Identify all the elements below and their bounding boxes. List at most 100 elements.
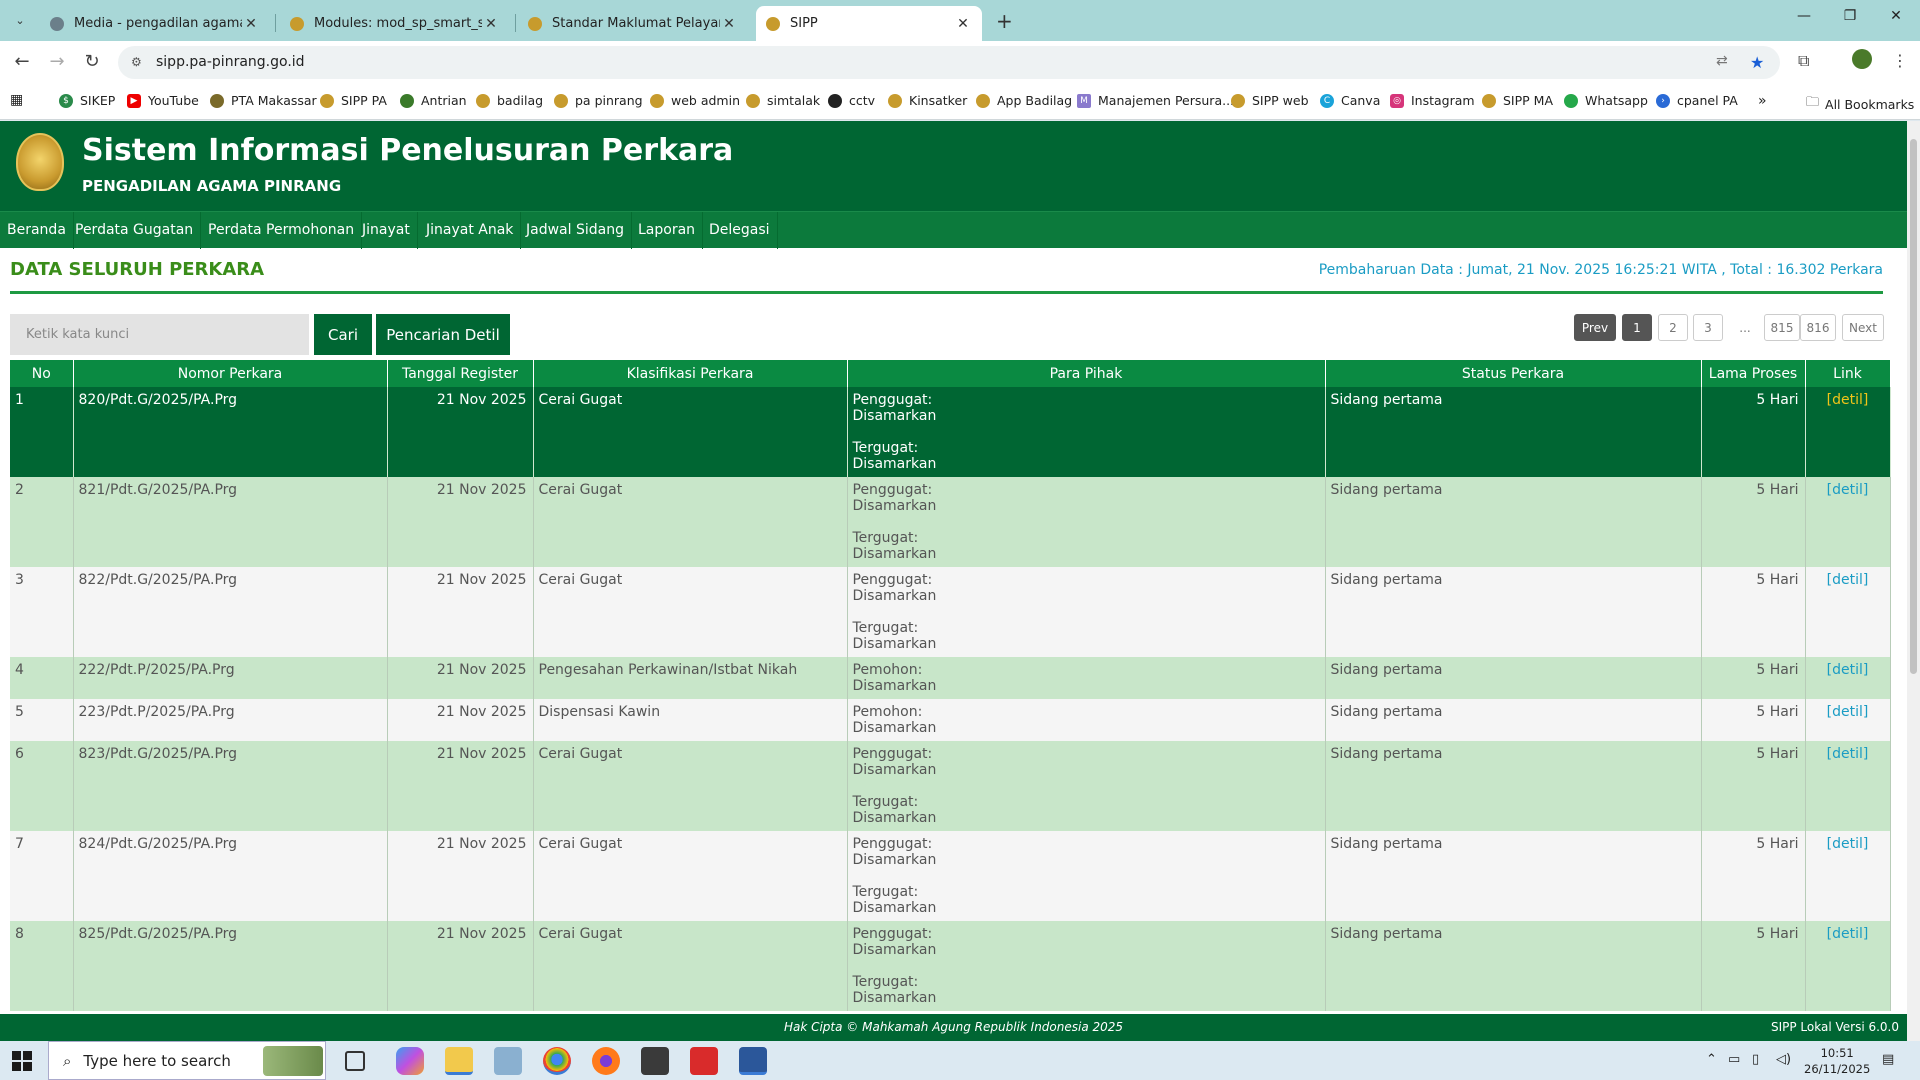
bookmark-cctv[interactable]: cctv	[828, 93, 875, 108]
tab-close-icon[interactable]: ✕	[720, 16, 738, 32]
translate-icon[interactable]: ⇄	[1716, 53, 1728, 69]
taskbar-search[interactable]: ⌕ Type here to search	[48, 1041, 326, 1080]
site-info-icon[interactable]: ⚙	[131, 55, 142, 69]
table-row[interactable]: 7 824/Pdt.G/2025/PA.Prg 21 Nov 2025 Cerai G…	[10, 831, 1891, 921]
firefox-icon[interactable]	[592, 1047, 620, 1075]
forward-icon[interactable]: →	[45, 51, 69, 72]
table-row[interactable]: 8 825/Pdt.G/2025/PA.Prg 21 Nov 2025 Cerai G…	[10, 921, 1891, 1011]
nav-perdata-gugatan[interactable]: Perdata Gugatan	[68, 212, 202, 249]
bookmark-cpanel-pa[interactable]: › cpanel PA	[1656, 93, 1738, 108]
cell-link[interactable]: [detil]	[1805, 699, 1891, 741]
cell-link[interactable]: [detil]	[1805, 741, 1891, 831]
bookmark-manajemen-persuratan[interactable]: M Manajemen Persura...	[1077, 93, 1234, 108]
calculator-icon[interactable]	[641, 1047, 669, 1075]
more-bookmarks-icon[interactable]: »	[1758, 93, 1767, 109]
nav-jinayat[interactable]: Jinayat	[355, 212, 418, 249]
bookmark-sipp-web[interactable]: SIPP web	[1231, 93, 1309, 108]
table-row[interactable]: 3 822/Pdt.G/2025/PA.Prg 21 Nov 2025 Cerai G…	[10, 567, 1891, 657]
browser-tab-media[interactable]: Media - pengadilan agama pin ✕	[40, 6, 270, 41]
nav-delegasi[interactable]: Delegasi	[702, 212, 778, 249]
browser-tab-modules[interactable]: Modules: mod_sp_smart_slider ✕	[280, 6, 510, 41]
restore-icon[interactable]: ❐	[1830, 8, 1870, 24]
pagination-page-816[interactable]: 816	[1800, 314, 1836, 341]
bookmark-sipp-pa[interactable]: SIPP PA	[320, 93, 387, 108]
pagination-page-1[interactable]: 1	[1622, 314, 1652, 341]
pagination-page-2[interactable]: 2	[1658, 314, 1688, 341]
bookmark-kinsatker[interactable]: Kinsatker	[888, 93, 967, 108]
table-row[interactable]: 2 821/Pdt.G/2025/PA.Prg 21 Nov 2025 Cerai G…	[10, 477, 1891, 567]
bookmark-antrian[interactable]: Antrian	[400, 93, 467, 108]
nav-jadwal-sidang[interactable]: Jadwal Sidang	[519, 212, 632, 249]
table-row[interactable]: 1 820/Pdt.G/2025/PA.Prg 21 Nov 2025 Cerai G…	[10, 387, 1891, 477]
browser-menu-icon[interactable]: ⋮	[1892, 51, 1908, 70]
bookmark-youtube[interactable]: ▶ YouTube	[127, 93, 199, 108]
bookmark-web-admin[interactable]: web admin	[650, 93, 740, 108]
task-view-icon[interactable]	[345, 1051, 365, 1071]
profile-avatar[interactable]	[1852, 49, 1872, 69]
tray-chevron-icon[interactable]: ⌃	[1706, 1052, 1717, 1067]
tab-search-icon[interactable]: ⌄	[8, 8, 32, 32]
nav-perdata-permohonan[interactable]: Perdata Permohonan	[201, 212, 363, 249]
keyword-search-input[interactable]	[10, 314, 309, 355]
word-icon[interactable]	[739, 1047, 767, 1075]
bookmark-sipp-ma[interactable]: SIPP MA	[1482, 93, 1553, 108]
acrobat-icon[interactable]	[690, 1047, 718, 1075]
bookmark-simtalak[interactable]: simtalak	[746, 93, 820, 108]
minimize-icon[interactable]: —	[1784, 8, 1824, 24]
bookmark-app-badilag[interactable]: App Badilag	[976, 93, 1072, 108]
nav-jinayat-anak[interactable]: Jinayat Anak	[419, 212, 522, 249]
detail-search-button[interactable]: Pencarian Detil	[376, 314, 510, 355]
address-bar[interactable]: ⚙ sipp.pa-pinrang.go.id ⇄ ★	[118, 46, 1780, 79]
apps-grid-icon[interactable]: ▦	[10, 92, 23, 108]
cell-link[interactable]: [detil]	[1805, 921, 1891, 1011]
bookmark-instagram[interactable]: ◎ Instagram	[1390, 93, 1475, 108]
table-row[interactable]: 6 823/Pdt.G/2025/PA.Prg 21 Nov 2025 Cerai G…	[10, 741, 1891, 831]
cell-link[interactable]: [detil]	[1805, 567, 1891, 657]
table-row[interactable]: 5 223/Pdt.P/2025/PA.Prg 21 Nov 2025 Dispens…	[10, 699, 1891, 741]
bookmark-whatsapp[interactable]: Whatsapp	[1564, 93, 1648, 108]
cell-link[interactable]: [detil]	[1805, 831, 1891, 921]
reload-icon[interactable]: ↻	[80, 51, 104, 72]
browser-tab-strip: ⌄ Media - pengadilan agama pin ✕ Modules…	[0, 0, 1920, 41]
page-scrollbar[interactable]	[1907, 121, 1920, 1041]
pagination-prev[interactable]: Prev	[1574, 314, 1616, 341]
windows-start-icon[interactable]	[12, 1051, 32, 1071]
browser-tab-standar[interactable]: Standar Maklumat Pelayanan ✕	[518, 6, 748, 41]
volume-icon[interactable]: ◁)	[1776, 1052, 1791, 1067]
file-explorer-icon[interactable]	[445, 1047, 473, 1075]
table-row[interactable]: 4 222/Pdt.P/2025/PA.Prg 21 Nov 2025 Pengesa…	[10, 657, 1891, 699]
copilot-icon[interactable]	[396, 1047, 424, 1075]
bookmark-pa-pinrang[interactable]: pa pinrang	[554, 93, 643, 108]
tab-close-icon[interactable]: ✕	[482, 16, 500, 32]
new-tab-icon[interactable]: +	[996, 9, 1013, 33]
bookmark-pta-makassar[interactable]: PTA Makassar	[210, 93, 317, 108]
battery-icon[interactable]: ▯	[1752, 1052, 1759, 1067]
nav-beranda[interactable]: Beranda	[0, 212, 74, 249]
chrome-icon[interactable]	[543, 1047, 571, 1075]
app-icon[interactable]	[494, 1047, 522, 1075]
bookmark-star-icon[interactable]: ★	[1750, 53, 1764, 72]
bookmark-canva[interactable]: C Canva	[1320, 93, 1380, 108]
tab-close-icon[interactable]: ✕	[954, 16, 972, 32]
pagination-page-3[interactable]: 3	[1693, 314, 1723, 341]
cell-link[interactable]: [detil]	[1805, 657, 1891, 699]
pagination-page-815[interactable]: 815	[1764, 314, 1800, 341]
all-bookmarks[interactable]: 🗀 All Bookmarks	[1806, 93, 1914, 115]
taskbar-clock[interactable]: 10:51 26/11/2025	[1804, 1045, 1870, 1077]
extensions-icon[interactable]: ⧉	[1798, 51, 1809, 71]
cell-link[interactable]: [detil]	[1805, 387, 1891, 477]
pagination-next[interactable]: Next	[1842, 314, 1884, 341]
cell-link[interactable]: [detil]	[1805, 477, 1891, 567]
bookmark-badilag[interactable]: badilag	[476, 93, 543, 108]
tab-close-icon[interactable]: ✕	[242, 16, 260, 32]
scrollbar-thumb[interactable]	[1910, 139, 1917, 674]
bookmark-sikep[interactable]: $ SIKEP	[59, 93, 115, 108]
window-close-icon[interactable]: ✕	[1876, 8, 1916, 24]
search-button[interactable]: Cari	[314, 314, 372, 355]
network-icon[interactable]: ▭	[1728, 1052, 1740, 1067]
notification-icon[interactable]: ▤	[1882, 1052, 1894, 1067]
browser-tab-sipp[interactable]: SIPP ✕	[756, 6, 982, 41]
nav-laporan[interactable]: Laporan	[631, 212, 704, 249]
back-icon[interactable]: ←	[10, 51, 34, 72]
url-text[interactable]: sipp.pa-pinrang.go.id	[156, 54, 305, 70]
